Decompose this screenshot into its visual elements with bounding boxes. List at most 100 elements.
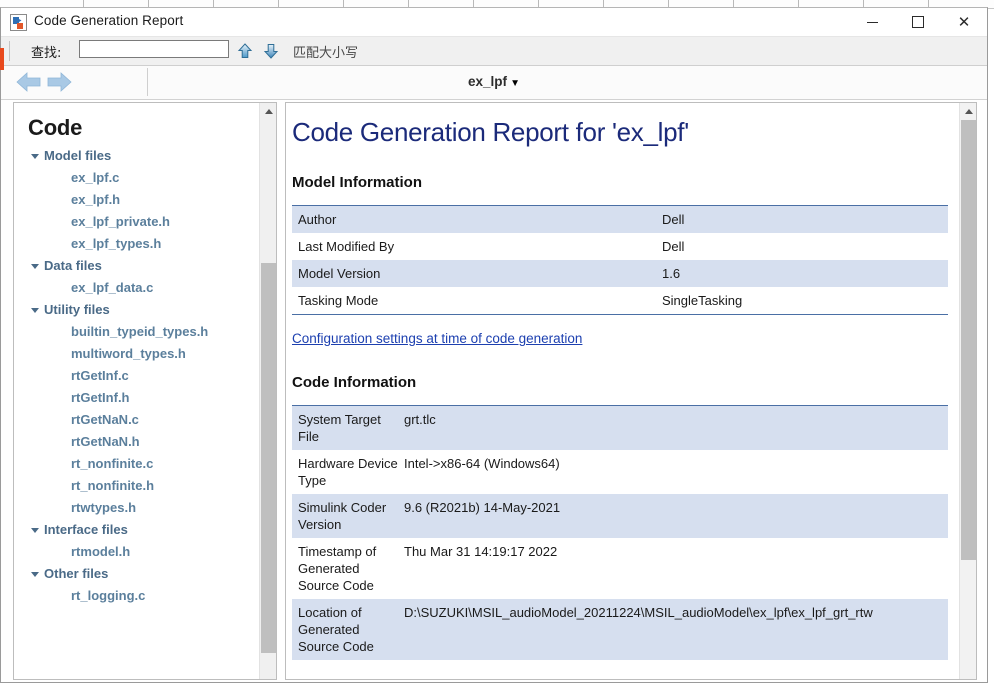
report-content: Code Generation Report for 'ex_lpf' Mode… [286,103,959,679]
model-dropdown-button[interactable]: ex_lpf ▼ [1,74,987,89]
chevron-down-icon: ▼ [510,78,520,89]
table-cell-key: Simulink Coder Version [292,494,398,538]
simulink-icon [10,14,27,31]
table-cell-value: 9.6 (R2021b) 14-May-2021 [398,494,948,538]
model-dropdown-label: ex_lpf [468,74,508,89]
report-content-panel: Code Generation Report for 'ex_lpf' Mode… [285,102,977,680]
triangle-up-icon [964,108,973,114]
tree-file-item[interactable]: rtGetInf.c [14,365,259,387]
tree-title: Code [28,115,83,140]
code-tree-panel: Code Model files ex_lpf.c ex_lpf.h ex_lpf_p… [13,102,277,680]
code-generation-report-window: Code Generation Report ✕ 查找: 匹配大小写 ex_lp… [0,7,988,683]
table-cell-key: Author [292,205,656,233]
table-row: Simulink Coder Version 9.6 (R2021b) 14-Ma… [292,494,948,538]
chevron-down-icon [31,154,39,159]
table-cell-key: Model Version [292,260,656,287]
toolbar-grip [9,41,10,61]
tree-group-label: Model files [44,148,112,163]
tree-file-item[interactable]: multiword_types.h [14,343,259,365]
tree-file-item[interactable]: ex_lpf_data.c [14,277,259,299]
find-label: 查找: [31,46,62,61]
model-information-heading: Model Information [292,174,422,191]
find-previous-button[interactable] [235,41,255,61]
tree-file-item[interactable]: rt_nonfinite.c [14,453,259,475]
table-cell-value: D:\SUZUKI\MSIL_audioModel_20211224\MSIL_… [398,599,948,660]
arrow-down-icon [263,44,279,59]
background-window-edge [0,48,4,70]
sidebar-scrollbar[interactable] [259,103,276,679]
chevron-down-icon [31,308,39,313]
table-cell-key: Timestamp of Generated Source Code [292,538,398,599]
tree-group-interface-files[interactable]: Interface files [14,519,259,541]
body-area: Code Model files ex_lpf.c ex_lpf.h ex_lpf_p… [1,100,987,682]
search-input[interactable] [79,40,229,58]
tree-group-label: Data files [44,258,102,273]
table-row: Author Dell [292,205,948,233]
content-scrollbar[interactable] [959,103,976,679]
model-information-table: Author Dell Last Modified By Dell Model Vers… [292,205,948,315]
scroll-up-button[interactable] [960,103,976,119]
tree-file-item[interactable]: ex_lpf_private.h [14,211,259,233]
maximize-icon [912,16,924,28]
code-tree: Code Model files ex_lpf.c ex_lpf.h ex_lpf_p… [14,103,259,679]
table-cell-value: 1.6 [656,260,948,287]
arrow-up-icon [237,43,253,58]
table-row: Last Modified By Dell [292,233,948,260]
navigation-bar: ex_lpf ▼ [1,66,987,100]
configuration-settings-link[interactable]: Configuration settings at time of code g… [292,331,582,346]
tree-group-label: Interface files [44,522,128,537]
chevron-down-icon [31,572,39,577]
tree-body: Model files ex_lpf.c ex_lpf.h ex_lpf_privat… [14,145,259,607]
minimize-icon [866,21,878,23]
table-row: Model Version 1.6 [292,260,948,287]
tree-group-other-files[interactable]: Other files [14,563,259,585]
page-title: Code Generation Report for 'ex_lpf' [292,117,689,147]
maximize-button[interactable] [895,8,941,36]
tree-file-item[interactable]: rtGetInf.h [14,387,259,409]
table-cell-value: grt.tlc [398,405,948,450]
tree-file-item[interactable]: rtGetNaN.c [14,409,259,431]
find-toolbar: 查找: 匹配大小写 [1,37,987,66]
table-cell-key: Tasking Mode [292,287,656,315]
tree-group-model-files[interactable]: Model files [14,145,259,167]
chevron-down-icon [31,264,39,269]
code-information-heading: Code Information [292,374,417,391]
table-cell-key: System Target File [292,405,398,450]
scroll-up-button[interactable] [260,103,276,119]
minimize-button[interactable] [849,8,895,36]
tree-file-item[interactable]: rtGetNaN.h [14,431,259,453]
tree-group-utility-files[interactable]: Utility files [14,299,259,321]
tree-file-item[interactable]: builtin_typeid_types.h [14,321,259,343]
tree-file-item[interactable]: rtmodel.h [14,541,259,563]
tree-file-item[interactable]: ex_lpf.h [14,189,259,211]
table-cell-value: Intel->x86-64 (Windows64) [398,450,948,494]
tree-file-item[interactable]: rt_logging.c [14,585,259,607]
table-cell-value: Dell [656,205,948,233]
table-cell-value: Thu Mar 31 14:19:17 2022 [398,538,948,599]
table-row: Tasking Mode SingleTasking [292,287,948,315]
find-next-button[interactable] [261,41,281,61]
scrollbar-thumb[interactable] [261,263,276,653]
table-cell-value: Dell [656,233,948,260]
tree-group-label: Utility files [44,302,110,317]
window-title: Code Generation Report [34,13,184,28]
close-icon: ✕ [957,12,971,31]
close-button[interactable]: ✕ [941,8,987,36]
code-information-table: System Target File grt.tlc Hardware Device… [292,405,948,660]
tree-file-item[interactable]: rtwtypes.h [14,497,259,519]
tree-file-item[interactable]: rt_nonfinite.h [14,475,259,497]
scrollbar-thumb[interactable] [961,120,976,560]
chevron-down-icon [31,528,39,533]
table-cell-key: Last Modified By [292,233,656,260]
table-row: Location of Generated Source Code D:\SUZU… [292,599,948,660]
table-row: Hardware Device Type Intel->x86-64 (Windo… [292,450,948,494]
tree-file-item[interactable]: ex_lpf.c [14,167,259,189]
tree-file-item[interactable]: ex_lpf_types.h [14,233,259,255]
triangle-up-icon [264,108,273,114]
table-row: System Target File grt.tlc [292,405,948,450]
title-bar: Code Generation Report ✕ [1,8,987,37]
tree-group-data-files[interactable]: Data files [14,255,259,277]
table-row: Timestamp of Generated Source Code Thu Ma… [292,538,948,599]
table-cell-key: Hardware Device Type [292,450,398,494]
match-case-label[interactable]: 匹配大小写 [293,42,358,61]
